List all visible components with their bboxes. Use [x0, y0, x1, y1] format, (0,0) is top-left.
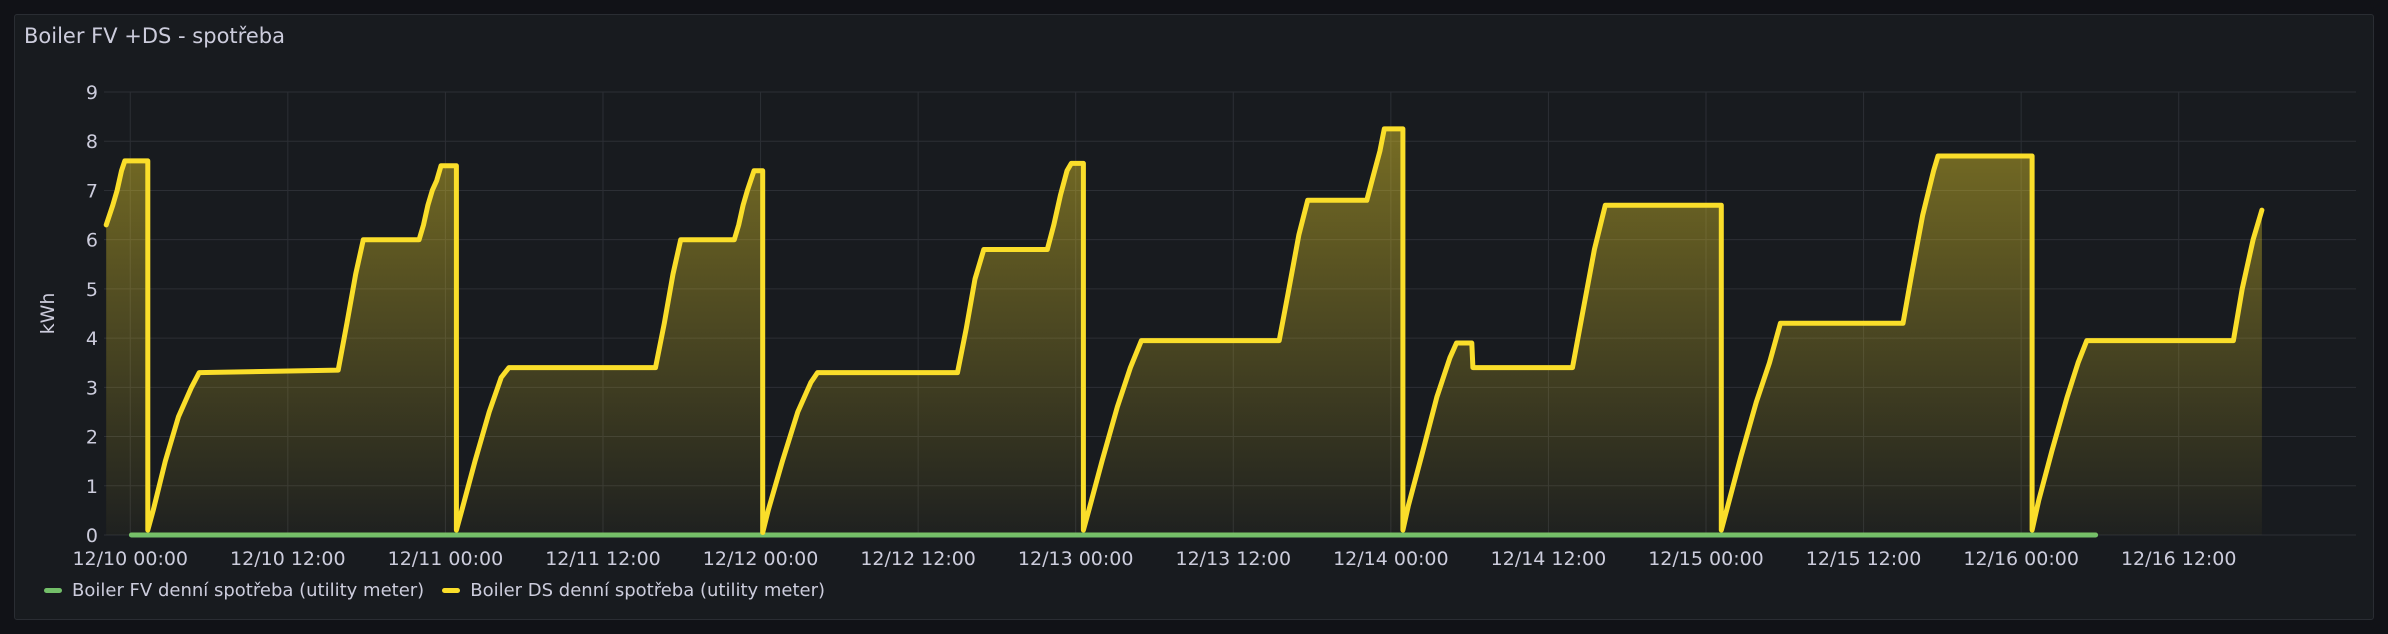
legend-label-ds: Boiler DS denní spotřeba (utility meter): [470, 580, 826, 601]
x-tick-label: 12/10 12:00: [230, 548, 346, 570]
y-axis-label: kWh: [37, 293, 59, 335]
y-tick-label: 8: [86, 131, 98, 153]
y-tick-label: 9: [86, 82, 98, 104]
legend-swatch-fv: [44, 588, 62, 593]
x-tick-label: 12/16 00:00: [1963, 548, 2079, 570]
x-tick-label: 12/15 00:00: [1648, 548, 1764, 570]
x-tick-label: 12/12 00:00: [703, 548, 819, 570]
y-tick-label: 1: [86, 476, 98, 498]
y-tick-label: 0: [86, 525, 98, 547]
x-tick-label: 12/13 12:00: [1176, 548, 1292, 570]
x-tick-label: 12/12 12:00: [860, 548, 976, 570]
legend-label-fv: Boiler FV denní spotřeba (utility meter): [72, 580, 425, 601]
legend-item-fv[interactable]: Boiler FV denní spotřeba (utility meter): [44, 580, 424, 601]
legend-swatch-ds: [442, 588, 461, 593]
y-tick-label: 4: [86, 328, 98, 350]
y-tick-label: 2: [86, 427, 98, 449]
legend-item-ds[interactable]: Boiler DS denní spotřeba (utility meter): [442, 580, 825, 601]
x-tick-label: 12/15 12:00: [1806, 548, 1922, 570]
x-tick-label: 12/11 12:00: [545, 548, 661, 570]
x-tick-label: 12/10 00:00: [72, 548, 188, 570]
y-tick-label: 7: [86, 180, 98, 202]
series-area-1: [106, 128, 2262, 535]
y-tick-label: 5: [86, 279, 98, 301]
x-tick-label: 12/13 00:00: [1018, 548, 1134, 570]
legend: Boiler FV denní spotřeba (utility meter)…: [44, 580, 825, 601]
x-tick-label: 12/16 12:00: [2121, 548, 2237, 570]
x-tick-label: 12/14 12:00: [1491, 548, 1607, 570]
chart-svg: 0 1 2 3 4 5 6 7 8 9 12/10 00:00 12/10 12:00 12/11 00…: [37, 82, 2356, 570]
x-tick-label: 12/14 00:00: [1333, 548, 1449, 570]
x-tick-label: 12/11 00:00: [388, 548, 504, 570]
y-tick-label: 6: [86, 230, 98, 252]
y-tick-label: 3: [86, 377, 98, 399]
